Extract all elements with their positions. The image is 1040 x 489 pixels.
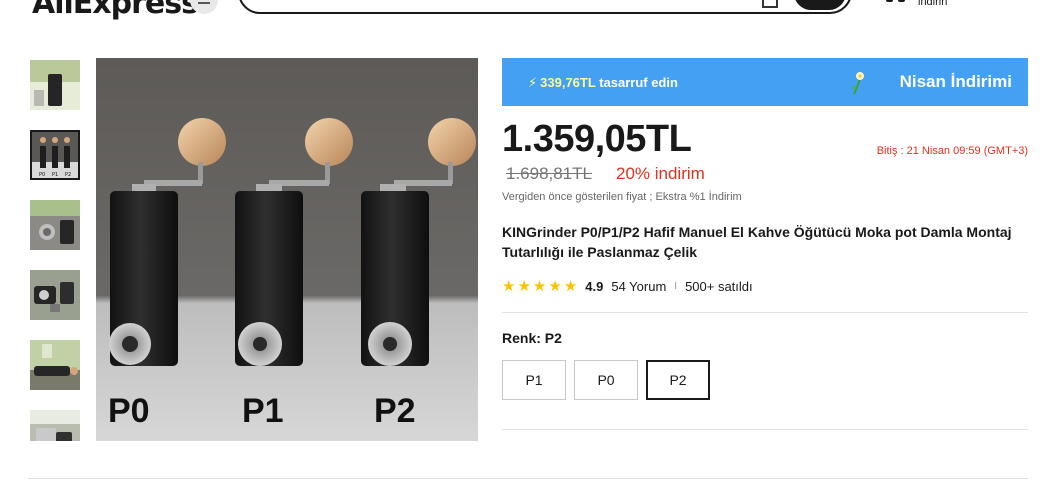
thumb-label-p0: P0 bbox=[39, 172, 45, 178]
variant-option-p1[interactable]: P1 bbox=[502, 360, 566, 400]
thumbnail-1-selected[interactable]: P0 P1 P2 bbox=[30, 130, 80, 180]
search-button[interactable] bbox=[794, 0, 846, 10]
image-label-p1: P1 bbox=[242, 392, 284, 430]
divider bbox=[502, 429, 1028, 430]
product-title: KINGrinder P0/P1/P2 Hafif Manuel El Kahv… bbox=[502, 224, 1012, 260]
app-download-label[interactable]: indirin bbox=[918, 0, 947, 8]
separator: I bbox=[674, 280, 678, 292]
divider bbox=[502, 312, 1028, 313]
thumbnail-4[interactable] bbox=[30, 340, 80, 390]
original-price: 1.698,81TL bbox=[506, 164, 593, 183]
variant-option-p0[interactable]: P0 bbox=[574, 360, 638, 400]
variant-option-p2-selected[interactable]: P2 bbox=[646, 360, 710, 400]
star-icon: ★ bbox=[563, 277, 578, 295]
search-input[interactable] bbox=[238, 0, 852, 14]
savings-label: tasarruf edin bbox=[599, 75, 678, 90]
savings-text: ⚡ 339,76TL tasarruf edin bbox=[528, 75, 678, 91]
lightning-icon: ⚡ bbox=[528, 75, 538, 90]
thumbnail-2[interactable] bbox=[30, 200, 80, 250]
aliexpress-logo[interactable]: AliExpress bbox=[32, 0, 199, 21]
thumb-label-p1: P1 bbox=[52, 172, 58, 178]
star-icon: ★ bbox=[502, 277, 516, 295]
discount-badge: 20% indirim bbox=[616, 164, 705, 183]
rating-value: 4.9 bbox=[585, 278, 604, 294]
image-label-p0: P0 bbox=[108, 392, 150, 430]
section-divider bbox=[28, 478, 1028, 479]
star-rating: ★ ★ ★ ★ ★ bbox=[502, 279, 577, 294]
site-header: AliExpress indirin bbox=[0, 0, 1040, 21]
reviews-link[interactable]: 54 Yorum bbox=[611, 279, 666, 294]
thumbnail-5[interactable] bbox=[30, 410, 80, 441]
star-icon: ★ bbox=[532, 277, 547, 295]
rating-row: ★ ★ ★ ★ ★ 4.9 54 Yorum I 500+ satıldı bbox=[502, 277, 753, 295]
sale-countdown: Bitiş : 21 Nisan 09:59 (GMT+3) bbox=[876, 145, 1028, 157]
promo-banner: ⚡ 339,76TL tasarruf edin Nisan İndirimi bbox=[502, 58, 1028, 106]
savings-amount: 339,76TL bbox=[540, 75, 596, 90]
variant-options: P1 P0 P2 bbox=[502, 360, 710, 400]
variant-label: Renk: P2 bbox=[502, 330, 562, 346]
main-product-image[interactable]: P0 P1 P2 bbox=[96, 58, 478, 441]
camera-search-icon[interactable] bbox=[762, 0, 778, 8]
star-icon: ★ bbox=[517, 277, 531, 295]
sold-count: 500+ satıldı bbox=[685, 278, 753, 294]
thumbnail-0[interactable] bbox=[30, 60, 80, 110]
current-price: 1.359,05TL bbox=[502, 118, 692, 160]
image-label-p2: P2 bbox=[374, 392, 416, 430]
thumbnail-3[interactable] bbox=[30, 270, 80, 320]
app-download-icon[interactable] bbox=[886, 0, 910, 6]
price-note: Vergiden önce gösterilen fiyat ; Ekstra … bbox=[502, 191, 742, 203]
promo-event-title: Nisan İndirimi bbox=[899, 72, 1012, 91]
star-icon: ★ bbox=[548, 277, 562, 295]
thumbnail-strip: P0 P1 P2 bbox=[28, 58, 84, 441]
flower-icon bbox=[852, 72, 864, 95]
thumb-label-p2: P2 bbox=[65, 172, 71, 178]
